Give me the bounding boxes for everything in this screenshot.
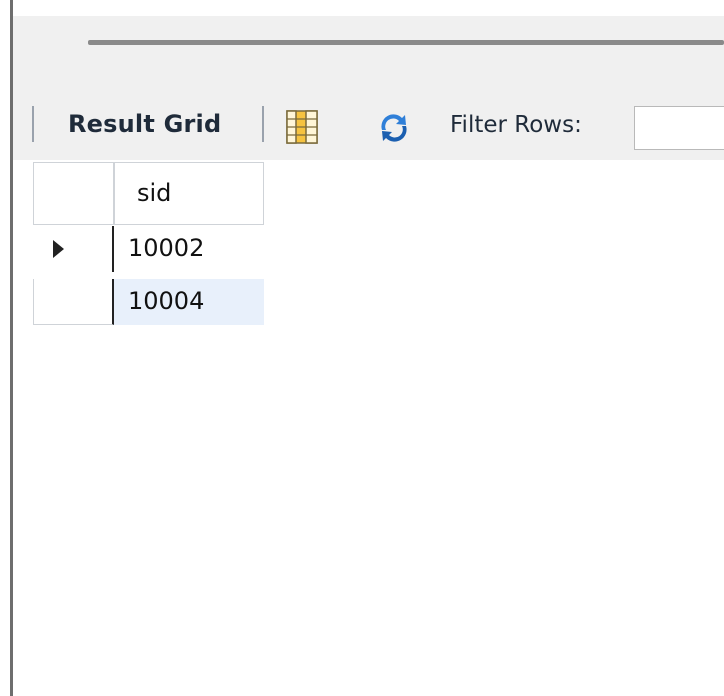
row-gutter[interactable] [33,279,114,325]
toolbar-separator [32,106,34,142]
cell-sid[interactable]: 10004 [114,279,264,325]
filter-rows-label: Filter Rows: [450,112,582,138]
refresh-icon[interactable] [374,108,414,148]
table-row[interactable]: 10004 [33,279,264,325]
result-grid-tab[interactable]: Result Grid [68,110,221,138]
editor-top-strip [13,0,724,16]
columns-icon[interactable] [283,108,321,146]
panel-splitter[interactable] [88,40,724,45]
row-gutter[interactable] [33,226,114,272]
toolbar-separator [262,106,264,142]
grid-header: sid [33,162,264,227]
table-row[interactable]: 10002 [33,226,264,272]
grid-corner-cell[interactable] [33,162,114,225]
current-row-arrow-icon [53,240,64,258]
column-header-sid[interactable]: sid [114,162,264,225]
filter-rows-input[interactable] [634,106,724,150]
cell-sid[interactable]: 10002 [114,226,264,272]
